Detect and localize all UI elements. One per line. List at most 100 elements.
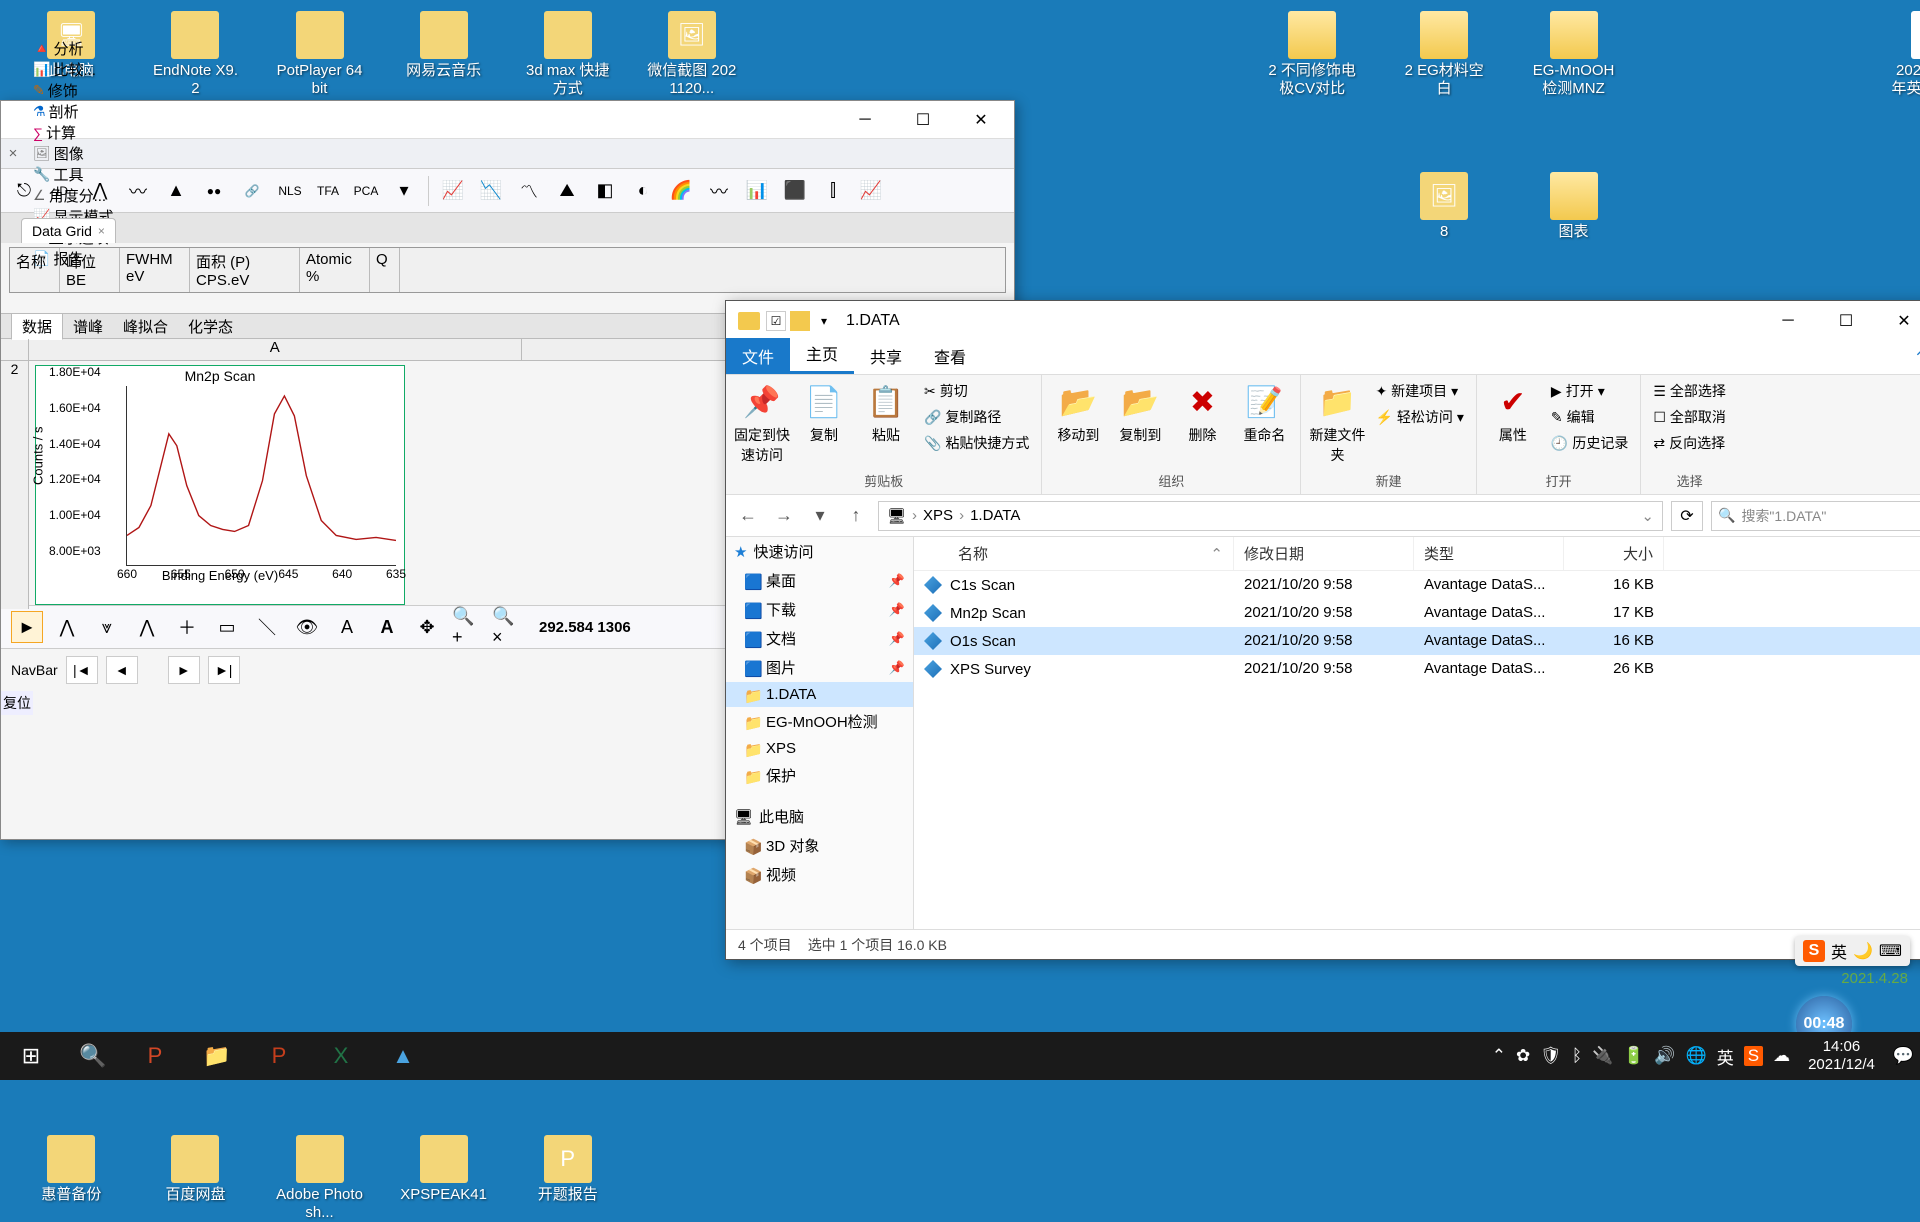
desktop-icon[interactable]: 图表 xyxy=(1529,172,1619,241)
sub-tab[interactable]: 化学态 xyxy=(178,314,243,339)
file-row[interactable]: Mn2p Scan2021/10/20 9:58Avantage DataS..… xyxy=(914,599,1920,627)
tray-chevron[interactable]: ⌃ xyxy=(1492,1046,1506,1066)
taskbar-powerpoint[interactable]: P xyxy=(124,1032,186,1080)
rename-button[interactable]: 📝重命名 xyxy=(1236,379,1292,445)
desktop-icon[interactable]: 百度网盘 xyxy=(150,1135,240,1204)
tray-volume[interactable]: 🔊 xyxy=(1654,1046,1675,1066)
menu-item[interactable]: 🖼图像 xyxy=(25,143,121,164)
tree-item[interactable]: 📁XPS xyxy=(726,736,913,761)
toolbar-plot2[interactable]: 📉 xyxy=(474,174,508,208)
toolbar-atom[interactable]: ●● xyxy=(197,174,231,208)
path-seg-0[interactable]: XPS xyxy=(923,507,953,524)
tree-quick-access[interactable]: ★快速访问 xyxy=(726,537,913,566)
path-seg-1[interactable]: 1.DATA xyxy=(970,507,1020,524)
menu-item[interactable]: 🔺分析 xyxy=(25,38,121,59)
nav-next[interactable]: ► xyxy=(168,656,200,684)
tree-this-pc[interactable]: 🖥此电脑 xyxy=(726,802,913,831)
menu-item[interactable]: ⚗剖析 xyxy=(25,101,121,122)
peak-tool-1[interactable]: ⋀ xyxy=(51,611,83,643)
header-size[interactable]: 大小 xyxy=(1564,537,1664,570)
desktop-icon[interactable]: 惠普备份 xyxy=(26,1135,116,1204)
toolbar-ID[interactable]: ID xyxy=(45,174,79,208)
text-tool-2[interactable]: A xyxy=(371,611,403,643)
zoom-out-tool[interactable]: 🔍× xyxy=(491,611,523,643)
copy-button[interactable]: 📄复制 xyxy=(796,379,852,445)
toolbar-plot3[interactable]: 〽 xyxy=(512,174,546,208)
tab-close-icon[interactable]: × xyxy=(98,224,105,238)
desktop-icon[interactable]: 3d max 快捷方式 xyxy=(523,11,613,98)
tray-bluetooth[interactable]: ᛒ xyxy=(1572,1046,1582,1066)
taskbar-excel[interactable]: X xyxy=(310,1032,372,1080)
tray-sogou[interactable]: S xyxy=(1744,1046,1763,1066)
cursor-tool[interactable]: ► xyxy=(11,611,43,643)
spectrum-chart[interactable]: Mn2p Scan Counts / s 8.00E+031.00E+041.2… xyxy=(35,365,405,605)
file-row[interactable]: O1s Scan2021/10/20 9:58Avantage DataS...… xyxy=(914,627,1920,655)
taskbar-avantage[interactable]: ▲ xyxy=(372,1032,434,1080)
desktop-icon[interactable]: PotPlayer 64 bit xyxy=(275,11,365,98)
tab-view[interactable]: 查看 xyxy=(918,338,982,374)
tab-file[interactable]: 文件 xyxy=(726,338,790,374)
toolbar-plot11[interactable]: ⫿ xyxy=(816,174,850,208)
toolbar-link[interactable]: 🔗 xyxy=(235,174,269,208)
toolbar-more[interactable]: ▾ xyxy=(387,174,421,208)
tree-item[interactable]: 🟦图片📌 xyxy=(726,653,913,682)
move-to-button[interactable]: 📂移动到 xyxy=(1050,379,1106,445)
copy-path-button[interactable]: 🔗 复制路径 xyxy=(920,405,1033,429)
explorer-maximize[interactable]: ☐ xyxy=(1817,305,1875,337)
qat-btn-2[interactable] xyxy=(790,311,810,331)
minimize-button[interactable]: ─ xyxy=(836,104,894,136)
pin-to-quick-access[interactable]: 📌固定到快速访问 xyxy=(734,379,790,465)
tree-item[interactable]: 📁1.DATA xyxy=(726,682,913,707)
new-folder-button[interactable]: 📁新建文件夹 xyxy=(1309,379,1365,465)
paste-shortcut-button[interactable]: 📎 粘贴快捷方式 xyxy=(920,431,1033,455)
desktop-icon[interactable]: 🖼8 xyxy=(1399,172,1489,241)
new-item-button[interactable]: ✦ 新建项目 ▾ xyxy=(1371,379,1467,403)
file-row[interactable]: C1s Scan2021/10/20 9:58Avantage DataS...… xyxy=(914,571,1920,599)
cut-button[interactable]: ✂ 剪切 xyxy=(920,379,1033,403)
start-button[interactable]: ⊞ xyxy=(0,1032,62,1080)
move-tool[interactable]: ✥ xyxy=(411,611,443,643)
nav-forward[interactable]: → xyxy=(770,502,798,530)
desktop-icon[interactable]: 网易云音乐 xyxy=(399,11,489,80)
nav-recent[interactable]: ▾ xyxy=(806,502,834,530)
toolbar-plot4[interactable]: ⛰ xyxy=(550,174,584,208)
tray-icon-2[interactable]: 🛡 xyxy=(1540,1046,1562,1066)
tree-item[interactable]: 🟦文档📌 xyxy=(726,624,913,653)
nav-last[interactable]: ►| xyxy=(208,656,240,684)
easy-access-button[interactable]: ⚡ 轻松访问 ▾ xyxy=(1371,405,1467,429)
region-tool[interactable]: ▭ xyxy=(211,611,243,643)
zoom-in-tool[interactable]: 🔍+ xyxy=(451,611,483,643)
desktop-icon[interactable]: P开题报告 xyxy=(523,1135,613,1204)
desktop-icon[interactable]: 🖼微信截图 2021120... xyxy=(647,11,737,98)
address-dropdown[interactable]: ⌄ xyxy=(1641,507,1654,525)
toolbar-plot1[interactable]: 📈 xyxy=(436,174,470,208)
header-type[interactable]: 类型 xyxy=(1414,537,1564,570)
header-name[interactable]: 名称⌃ xyxy=(914,537,1234,570)
toolbar-bg[interactable]: ▲ xyxy=(159,174,193,208)
paste-button[interactable]: 📋粘贴 xyxy=(858,379,914,445)
delete-button[interactable]: ✖删除 xyxy=(1174,379,1230,445)
nav-first[interactable]: |◄ xyxy=(66,656,98,684)
search-button[interactable]: 🔍 xyxy=(62,1032,124,1080)
sheet-column-header[interactable]: A xyxy=(29,339,522,360)
tab-data-grid[interactable]: Data Grid × xyxy=(21,218,116,243)
desktop-icon[interactable]: 2 EG材料空白 xyxy=(1399,11,1489,98)
sub-tab[interactable]: 谱峰 xyxy=(63,314,113,339)
tree-item[interactable]: 📁保护 xyxy=(726,761,913,790)
crosshair-tool[interactable]: ＋ xyxy=(171,611,203,643)
explorer-close[interactable]: ✕ xyxy=(1875,305,1920,337)
toolbar-plot9[interactable]: 📊 xyxy=(740,174,774,208)
grid-header-cell[interactable]: 面积 (P) CPS.eV xyxy=(190,248,300,292)
grid-header-cell[interactable]: 峰位 BE xyxy=(60,248,120,292)
qat-btn-1[interactable]: ☑ xyxy=(766,311,786,331)
address-bar[interactable]: 🖥› XPS› 1.DATA ⌄ xyxy=(878,501,1663,531)
peak-tool-2[interactable]: ⩔ xyxy=(91,611,123,643)
select-all-button[interactable]: ☰ 全部选择 xyxy=(1649,379,1730,403)
toolbar-fit[interactable]: 〰 xyxy=(121,174,155,208)
desktop-icon[interactable]: XPSPEAK41 xyxy=(399,1135,489,1204)
select-none-button[interactable]: ☐ 全部取消 xyxy=(1649,405,1730,429)
tree-item[interactable]: 📦3D 对象 xyxy=(726,831,913,860)
header-date[interactable]: 修改日期 xyxy=(1234,537,1414,570)
toolbar-plot12[interactable]: 📈 xyxy=(854,174,888,208)
open-button[interactable]: ▶ 打开 ▾ xyxy=(1547,379,1632,403)
